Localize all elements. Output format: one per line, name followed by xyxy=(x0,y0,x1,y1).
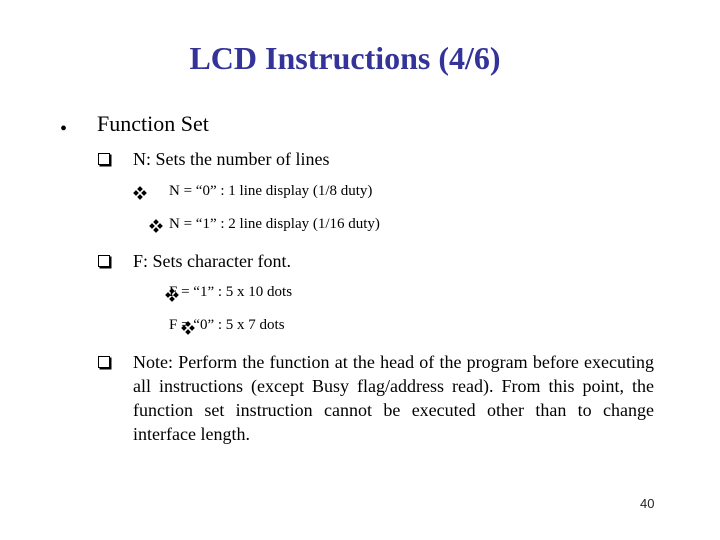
section-n-label: N: Sets the number of lines xyxy=(133,149,330,169)
note-paragraph: Note: Perform the function at the head o… xyxy=(133,352,654,444)
diamond-bullet-icon xyxy=(149,219,163,233)
checkbox-bullet-icon xyxy=(98,356,110,368)
page-number: 40 xyxy=(640,496,655,511)
slide-title: LCD Instructions (4/6) xyxy=(189,40,501,76)
list-item: N = “1” : 2 line display (1/16 duty) xyxy=(169,216,380,232)
heading-function-set: Function Set xyxy=(97,111,209,136)
checkbox-bullet-icon xyxy=(98,255,110,267)
list-item: N = “0” : 1 line display (1/8 duty) xyxy=(169,183,373,199)
list-item: F = “0” : 5 x 7 dots xyxy=(169,317,285,333)
list-item: F = “1” : 5 x 10 dots xyxy=(169,284,293,300)
bullet-icon: • xyxy=(60,118,68,140)
slide: LCD Instructions (4/6) • Function Set N:… xyxy=(0,0,720,511)
diamond-bullet-icon xyxy=(133,186,147,200)
section-f-label: F: Sets character font. xyxy=(133,251,291,271)
checkbox-bullet-icon xyxy=(98,153,110,165)
